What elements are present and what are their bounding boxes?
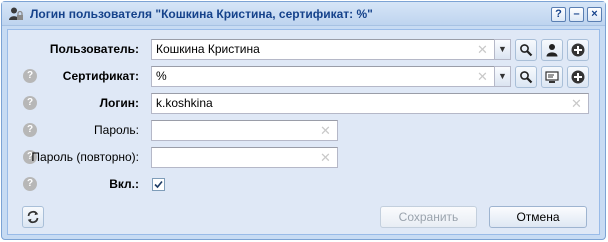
user-card-button[interactable]: [541, 39, 563, 61]
password-repeat-input[interactable]: ✕: [151, 147, 338, 168]
title-bar[interactable]: Логин пользователя "Кошкина Кристина, се…: [2, 2, 605, 26]
user-label: Пользователь:: [49, 42, 139, 56]
certificate-search-button[interactable]: [515, 66, 537, 88]
dialog-window: Логин пользователя "Кошкина Кристина, се…: [1, 1, 606, 240]
user-icon: [546, 44, 558, 57]
form-panel: Пользователь: Кошкина Кристина ✕ ▼ ? Сер…: [7, 29, 600, 235]
chevron-down-icon: ▼: [498, 71, 507, 81]
clear-icon[interactable]: ✕: [477, 70, 488, 83]
certificate-icon: [545, 71, 559, 83]
login-value: k.koshkina: [156, 96, 213, 110]
help-button[interactable]: ?: [551, 7, 566, 22]
user-lock-icon: [8, 6, 24, 22]
certificate-value: %: [156, 69, 167, 83]
enabled-label: Вкл.:: [109, 177, 139, 191]
clear-icon[interactable]: ✕: [477, 43, 488, 56]
user-add-button[interactable]: [567, 39, 589, 61]
login-input[interactable]: k.koshkina ✕: [151, 93, 589, 114]
search-icon: [520, 71, 533, 84]
checkmark-icon: [154, 180, 163, 189]
password-input[interactable]: ✕: [151, 120, 338, 141]
user-dropdown-trigger[interactable]: ▼: [494, 39, 511, 60]
enabled-checkbox[interactable]: [152, 178, 165, 191]
minimize-button[interactable]: –: [569, 7, 584, 22]
clear-icon[interactable]: ✕: [320, 151, 331, 164]
enabled-help-icon[interactable]: ?: [23, 177, 37, 191]
add-icon: [571, 70, 585, 84]
add-icon: [571, 43, 585, 57]
close-button[interactable]: ×: [587, 7, 602, 22]
certificate-view-button[interactable]: [541, 66, 563, 88]
chevron-down-icon: ▼: [498, 44, 507, 54]
clear-icon[interactable]: ✕: [320, 124, 331, 137]
refresh-icon: [27, 210, 39, 224]
clear-icon[interactable]: ✕: [571, 97, 582, 110]
save-button[interactable]: Сохранить: [380, 206, 477, 228]
certificate-add-button[interactable]: [567, 66, 589, 88]
certificate-combobox[interactable]: % ✕: [151, 66, 495, 87]
password-repeat-label: Пароль (повторно):: [31, 150, 139, 164]
refresh-button[interactable]: [22, 206, 44, 228]
certificate-label: Сертификат:: [62, 69, 139, 83]
user-value: Кошкина Кристина: [156, 42, 260, 56]
login-help-icon[interactable]: ?: [23, 96, 37, 110]
certificate-help-icon[interactable]: ?: [23, 69, 37, 83]
certificate-dropdown-trigger[interactable]: ▼: [494, 66, 511, 87]
window-title: Логин пользователя "Кошкина Кристина, се…: [30, 7, 373, 21]
cancel-button[interactable]: Отмена: [489, 206, 587, 228]
search-icon: [520, 44, 533, 57]
user-search-button[interactable]: [515, 39, 537, 61]
password-help-icon[interactable]: ?: [23, 123, 37, 137]
login-label: Логин:: [99, 96, 139, 110]
user-combobox[interactable]: Кошкина Кристина ✕: [151, 39, 495, 60]
password-label: Пароль:: [94, 123, 139, 137]
